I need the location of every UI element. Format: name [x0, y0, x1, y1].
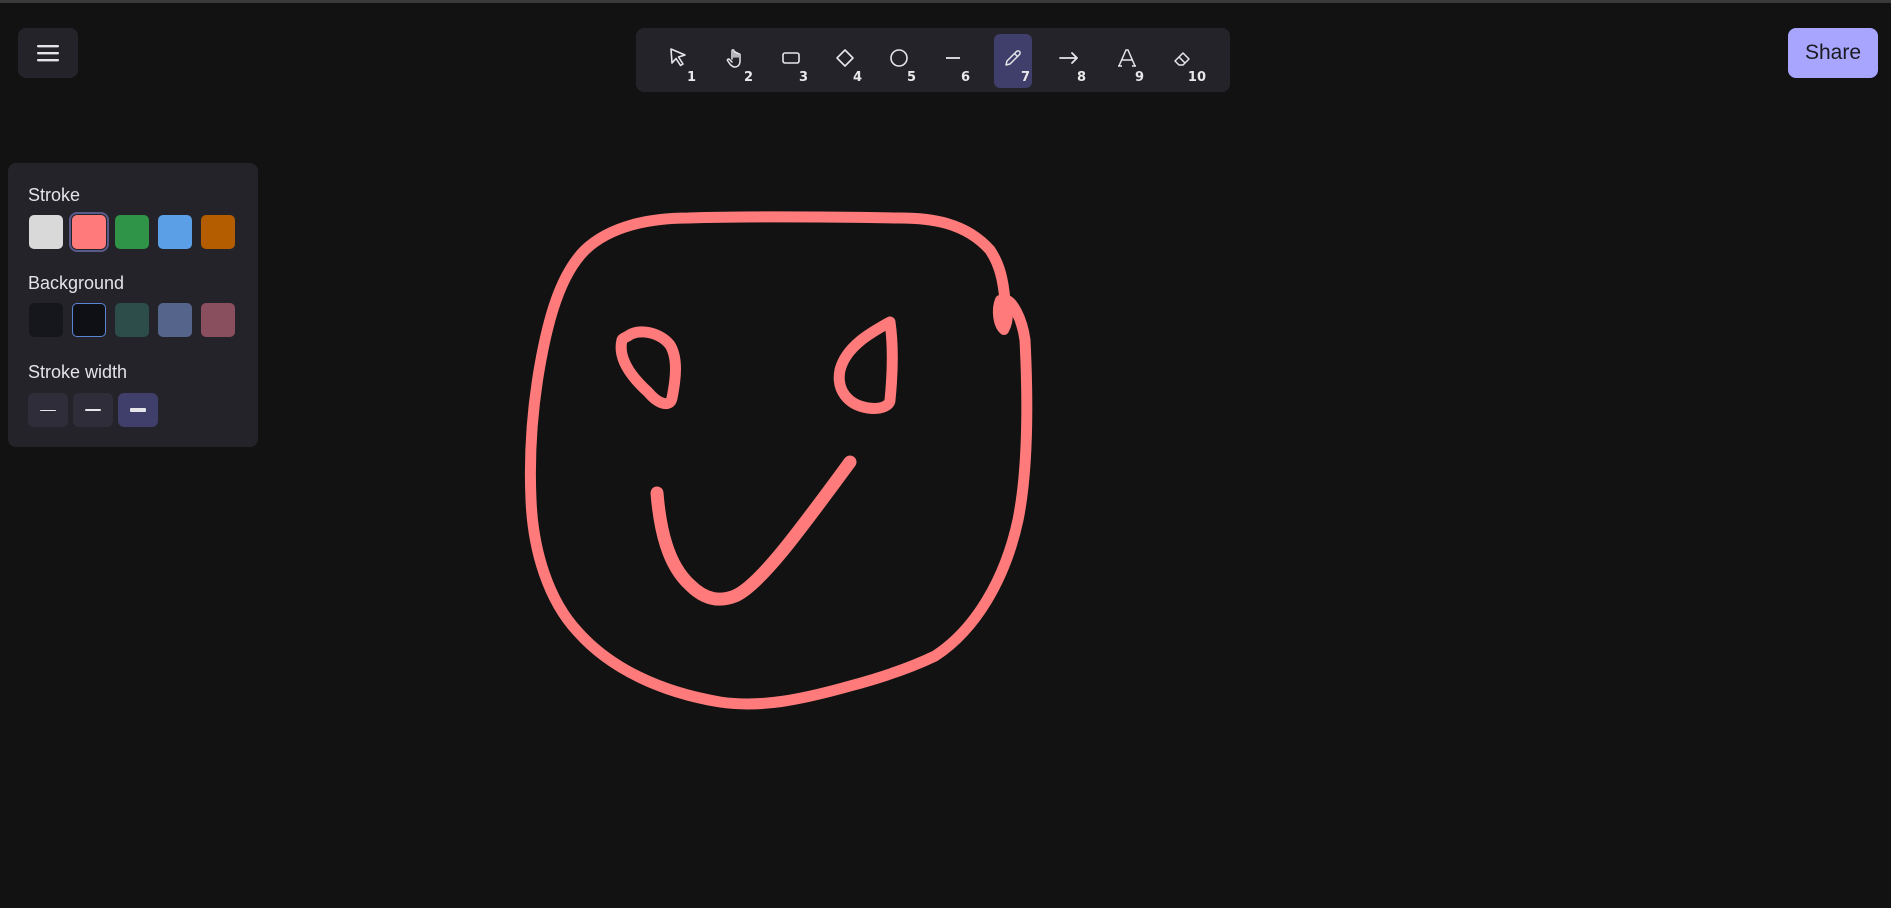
background-swatch-black[interactable]	[72, 303, 106, 337]
background-swatch-rose[interactable]	[201, 303, 235, 337]
stroke-swatch-green[interactable]	[115, 215, 149, 249]
drawing-canvas[interactable]	[0, 0, 1891, 908]
hand-icon	[726, 49, 741, 68]
stroke-swatch-light-gray[interactable]	[29, 215, 63, 249]
background-label: Background	[28, 273, 125, 293]
pencil-icon	[1005, 50, 1021, 66]
thin-line-icon	[40, 409, 56, 411]
tool-shortcut: 7	[1020, 70, 1030, 85]
tool-freedraw[interactable]: 7	[994, 34, 1032, 88]
smile-stroke	[650, 455, 857, 606]
tool-shortcut: 4	[852, 70, 862, 85]
rectangle-icon	[782, 52, 800, 64]
properties-panel: Stroke Background Stroke width	[8, 163, 258, 447]
left-eye-stroke	[615, 326, 681, 410]
tool-toolbar: 1 2 3 4 5 6 7 8 9 10	[636, 28, 1230, 92]
circle-icon	[890, 49, 908, 67]
main-menu-button[interactable]	[18, 28, 78, 78]
tool-shortcut: 2	[743, 70, 753, 85]
tool-arrow[interactable]: 8	[1050, 34, 1088, 88]
tool-text[interactable]: 9	[1108, 34, 1146, 88]
stroke-width-thin-button[interactable]	[28, 393, 68, 427]
tool-shortcut: 9	[1134, 70, 1144, 85]
hamburger-icon	[37, 45, 59, 62]
face-outline-bump	[992, 293, 1013, 335]
background-swatch-dark[interactable]	[29, 303, 63, 337]
tool-shortcut: 6	[960, 70, 970, 85]
tool-shortcut: 8	[1076, 70, 1086, 85]
tool-shortcut: 5	[906, 70, 916, 85]
tool-shortcut: 10	[1187, 70, 1206, 85]
tool-shortcut: 3	[798, 70, 808, 85]
tool-ellipse[interactable]: 5	[880, 34, 918, 88]
background-swatch-teal[interactable]	[115, 303, 149, 337]
tool-diamond[interactable]: 4	[826, 34, 864, 88]
tool-selection[interactable]: 1	[660, 34, 698, 88]
stroke-label: Stroke	[28, 185, 81, 205]
face-outline-stroke	[524, 211, 1033, 710]
stroke-swatch-orange[interactable]	[201, 215, 235, 249]
extra-bold-line-icon	[130, 408, 146, 412]
tool-rectangle[interactable]: 3	[772, 34, 810, 88]
arrow-icon	[1059, 52, 1078, 64]
text-icon	[1118, 49, 1136, 67]
tool-shortcut: 1	[686, 70, 696, 85]
line-icon	[946, 57, 960, 59]
pointer-icon	[670, 48, 686, 67]
stroke-width-label: Stroke width	[28, 362, 128, 382]
tool-eraser[interactable]: 10	[1164, 34, 1208, 88]
stroke-width-extra-bold-button[interactable]	[118, 393, 158, 427]
right-eye-stroke	[833, 316, 898, 414]
stroke-swatch-blue[interactable]	[158, 215, 192, 249]
tool-line[interactable]: 6	[934, 34, 972, 88]
stroke-swatch-red[interactable]	[69, 212, 109, 252]
stroke-width-bold-button[interactable]	[73, 393, 113, 427]
background-swatch-slate[interactable]	[158, 303, 192, 337]
bold-line-icon	[85, 409, 101, 411]
eraser-icon	[1174, 52, 1190, 66]
diamond-icon	[836, 49, 854, 67]
share-button[interactable]: Share	[1788, 28, 1878, 78]
tool-hand[interactable]: 2	[717, 34, 755, 88]
